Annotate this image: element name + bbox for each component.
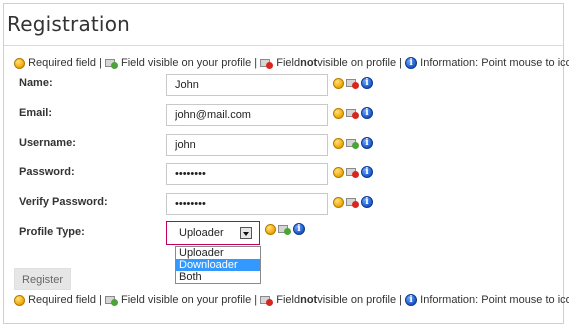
register-button[interactable]: Register — [14, 268, 71, 290]
legend-required-text: Required field | — [28, 294, 102, 306]
visible-on-profile-icon — [104, 58, 118, 69]
name-label: Name: — [19, 77, 53, 89]
profile-type-icons: i — [265, 223, 305, 235]
required-icon — [265, 223, 276, 235]
password-label: Password: — [19, 166, 75, 178]
required-icon — [333, 166, 344, 178]
verify-password-field[interactable] — [166, 193, 328, 215]
dropdown-option-downloader[interactable]: Downloader — [176, 259, 260, 271]
required-icon — [333, 196, 344, 208]
name-field-icons: i — [333, 77, 373, 89]
dropdown-option-uploader[interactable]: Uploader — [176, 247, 260, 259]
chevron-down-icon[interactable] — [240, 227, 252, 239]
profile-type-select[interactable]: Uploader — [166, 221, 260, 245]
page-title: Registration — [7, 12, 131, 36]
legend-top: Required field | Field visible on your p… — [14, 57, 569, 69]
not-visible-on-profile-icon[interactable] — [346, 197, 359, 208]
profile-type-label: Profile Type: — [19, 226, 85, 238]
not-visible-on-profile-icon[interactable] — [346, 167, 359, 178]
required-icon — [14, 57, 25, 69]
legend-not-visible-pre: Field — [276, 57, 301, 69]
profile-type-selected: Uploader — [179, 227, 224, 239]
legend-visible-text: Field visible on your profile | — [120, 294, 258, 306]
required-icon — [14, 294, 25, 306]
dropdown-option-both[interactable]: Both — [176, 271, 260, 283]
password-field[interactable] — [166, 163, 328, 185]
legend-not-visible-post: visible on profile | — [317, 57, 403, 69]
not-visible-on-profile-icon — [260, 295, 274, 306]
title-divider — [4, 45, 563, 46]
visible-on-profile-icon[interactable] — [278, 224, 291, 235]
profile-type-dropdown: Uploader Downloader Both — [175, 246, 261, 284]
username-field-icons: i — [333, 137, 373, 149]
legend-visible-text: Field visible on your profile | — [120, 57, 258, 69]
info-icon: i — [405, 294, 418, 306]
visible-on-profile-icon[interactable] — [346, 138, 359, 149]
legend-not-visible-pre: Field — [276, 294, 301, 306]
info-icon[interactable]: i — [361, 107, 373, 119]
legend-not-visible-bold: not — [300, 294, 318, 306]
email-label: Email: — [19, 107, 53, 119]
verify-password-label: Verify Password: — [19, 196, 108, 208]
info-icon: i — [405, 57, 418, 69]
required-icon — [333, 77, 344, 89]
legend-not-visible-bold: not — [300, 57, 318, 69]
email-field[interactable] — [166, 104, 328, 126]
verify-password-field-icons: i — [333, 196, 373, 208]
required-icon — [333, 137, 344, 149]
visible-on-profile-icon — [104, 295, 118, 306]
password-field-icons: i — [333, 166, 373, 178]
not-visible-on-profile-icon[interactable] — [346, 108, 359, 119]
info-icon[interactable]: i — [361, 137, 373, 149]
legend-bottom: Required field | Field visible on your p… — [14, 294, 569, 306]
name-field[interactable] — [166, 74, 328, 96]
not-visible-on-profile-icon — [260, 58, 274, 69]
legend-info-text: Information: Point mouse to icon — [420, 294, 569, 306]
info-icon[interactable]: i — [361, 196, 373, 208]
info-icon[interactable]: i — [361, 77, 373, 89]
legend-required-text: Required field | — [28, 57, 102, 69]
legend-not-visible-post: visible on profile | — [317, 294, 403, 306]
username-field[interactable] — [166, 134, 328, 156]
email-field-icons: i — [333, 107, 373, 119]
info-icon[interactable]: i — [361, 166, 373, 178]
info-icon[interactable]: i — [293, 223, 305, 235]
username-label: Username: — [19, 137, 76, 149]
not-visible-on-profile-icon[interactable] — [346, 78, 359, 89]
legend-info-text: Information: Point mouse to icon — [420, 57, 569, 69]
required-icon — [333, 107, 344, 119]
